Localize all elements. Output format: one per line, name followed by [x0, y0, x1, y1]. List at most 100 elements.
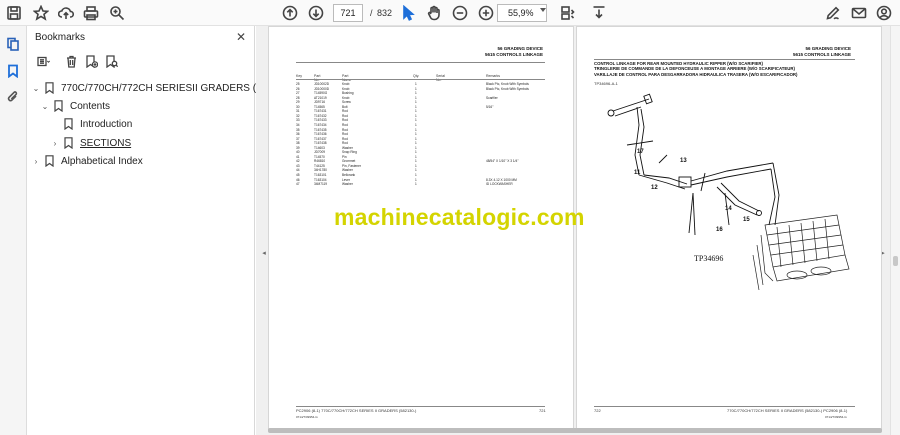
cell-part: T167436: [314, 132, 327, 137]
new-bookmark-icon[interactable]: [83, 53, 99, 69]
cell-notes: 48/54" X 1/10" X 3 1/4": [486, 159, 519, 164]
col-qty: Qty.: [413, 74, 420, 78]
cell-qty: 1: [415, 127, 417, 132]
header-line: 5615 CONTROLS LINKAGE: [792, 52, 851, 57]
cell-notes: Black Ptc, Knob With Symbols: [486, 82, 529, 86]
vertical-scroll-thumb[interactable]: [893, 256, 898, 266]
cell-desc: Bolt: [342, 104, 348, 109]
col-desc: Part Name: [342, 74, 352, 82]
cell-part: T14590G: [314, 91, 328, 96]
cell-desc: Grommet: [342, 159, 356, 164]
cell-desc: Snap Ring: [342, 150, 357, 155]
cell-qty: 1: [415, 118, 417, 123]
download-icon[interactable]: [589, 3, 609, 23]
upload-cloud-icon[interactable]: [56, 3, 76, 23]
bookmark-item-contents[interactable]: ⌄ Contents: [40, 98, 110, 114]
callout-14: 14: [725, 206, 732, 212]
cell-qty: 1: [415, 122, 417, 127]
attachments-icon[interactable]: [4, 88, 22, 106]
linkage-illustration: [607, 93, 850, 291]
bookmarks-panel-icon[interactable]: [4, 62, 22, 80]
cell-notes: Scarifier: [486, 95, 498, 100]
save-icon[interactable]: [4, 3, 24, 23]
bookmark-icon: [43, 81, 55, 95]
cell-qty: 1: [415, 86, 417, 91]
cell-qty: 1: [415, 82, 417, 86]
cell-desc: Knob: [342, 82, 350, 86]
cell-desc: Rod: [342, 109, 348, 114]
select-cursor-icon[interactable]: [398, 3, 418, 23]
print-icon[interactable]: [81, 3, 101, 23]
cell-qty: 1: [415, 132, 417, 137]
cell-qty: 1: [415, 177, 417, 182]
previous-page-icon[interactable]: [280, 3, 300, 23]
page-number-input[interactable]: 721: [333, 4, 363, 22]
search-icon[interactable]: [107, 3, 127, 23]
expand-chevron-icon[interactable]: ⌄: [31, 84, 41, 93]
expand-chevron-icon[interactable]: ›: [50, 139, 60, 148]
zoom-in-icon[interactable]: [476, 3, 496, 23]
zoom-out-icon[interactable]: [450, 3, 470, 23]
cell-no: 38: [296, 141, 300, 146]
col-serial: Serial No.: [436, 74, 445, 82]
bookmarks-panel: Bookmarks ✕ ⌄ 770C/770CH/772CH SERIESII …: [27, 26, 296, 435]
bookmark-item-introduction[interactable]: Introduction: [50, 116, 132, 132]
cell-desc: Rod: [342, 113, 348, 118]
cell-part: T167432: [314, 113, 327, 118]
cell-desc: Lever: [342, 177, 350, 182]
cell-notes: 5/16": [486, 104, 494, 109]
cell-no: 25: [296, 82, 300, 86]
find-bookmark-icon[interactable]: [103, 53, 119, 69]
expand-chevron-icon[interactable]: ⌄: [40, 102, 50, 111]
header-rule: [594, 59, 855, 60]
cell-desc: Bellcrank: [342, 173, 356, 177]
page-footer-left: PC2906 (8-1) 770C/770CH/772CH SERIES II …: [296, 408, 417, 413]
hand-tool-icon[interactable]: [424, 3, 444, 23]
cell-part: AT21019: [314, 95, 327, 100]
zoom-level-select[interactable]: 55,9%: [497, 4, 547, 22]
cell-no: 30: [296, 104, 300, 109]
cell-desc: Screw: [342, 100, 351, 105]
delete-bookmark-icon[interactable]: [63, 53, 79, 69]
cell-desc: Bushing: [342, 91, 354, 96]
cell-part: T167431: [314, 109, 327, 114]
bookmark-item-alphabetical-index[interactable]: › Alphabetical Index: [31, 153, 143, 169]
callout-16: 16: [716, 227, 723, 233]
bookmark-label: Introduction: [80, 118, 133, 130]
col-notes: Remarks: [486, 74, 501, 78]
page-thumbnails-icon[interactable]: [4, 35, 22, 53]
cell-qty: 1: [415, 141, 417, 146]
expand-chevron-icon[interactable]: ›: [31, 157, 41, 166]
cell-qty: 1: [415, 168, 417, 173]
edit-sign-icon[interactable]: [823, 3, 843, 23]
header-rule: [296, 62, 545, 63]
cell-qty: 1: [415, 95, 417, 100]
cell-part: 34H1780: [314, 168, 327, 173]
page-fit-icon[interactable]: [558, 3, 578, 23]
cell-desc: Rod: [342, 122, 348, 127]
zoom-dropdown-chevron-icon[interactable]: [540, 8, 546, 12]
bookmark-options-icon[interactable]: [35, 53, 51, 69]
vertical-scrollbar[interactable]: [890, 26, 900, 435]
cell-part: R46810: [314, 159, 326, 164]
cell-no: 46: [296, 177, 300, 182]
page-total: 832: [377, 8, 393, 18]
bookmark-star-icon[interactable]: [31, 3, 51, 23]
header-line: 5615 CONTROLS LINKAGE: [484, 52, 543, 57]
page-header: 56 GRADING DEVICE 5615 CONTROLS LINKAGE: [793, 46, 851, 58]
callout-13: 13: [680, 158, 687, 164]
figure-title: CONTROL LINKAGE FOR REAR MOUNTED HYDRAUL…: [594, 61, 797, 77]
bookmark-label: SECTIONS: [80, 137, 132, 149]
next-page-icon[interactable]: [306, 3, 326, 23]
cell-part: 34M7119: [314, 182, 328, 187]
page-footer-code: 0714/7/09954-G: [825, 415, 847, 419]
horizontal-scroll-thumb[interactable]: [268, 428, 882, 433]
cell-no: 32: [296, 113, 300, 118]
email-icon[interactable]: [849, 3, 869, 23]
close-panel-icon[interactable]: ✕: [236, 30, 246, 44]
cell-qty: 1: [415, 91, 417, 96]
collapse-left-panel-icon[interactable]: ◂: [260, 248, 268, 260]
account-icon[interactable]: [874, 3, 894, 23]
bookmark-item-sections[interactable]: › SECTIONS: [50, 135, 131, 151]
cell-no: 47: [296, 182, 300, 187]
